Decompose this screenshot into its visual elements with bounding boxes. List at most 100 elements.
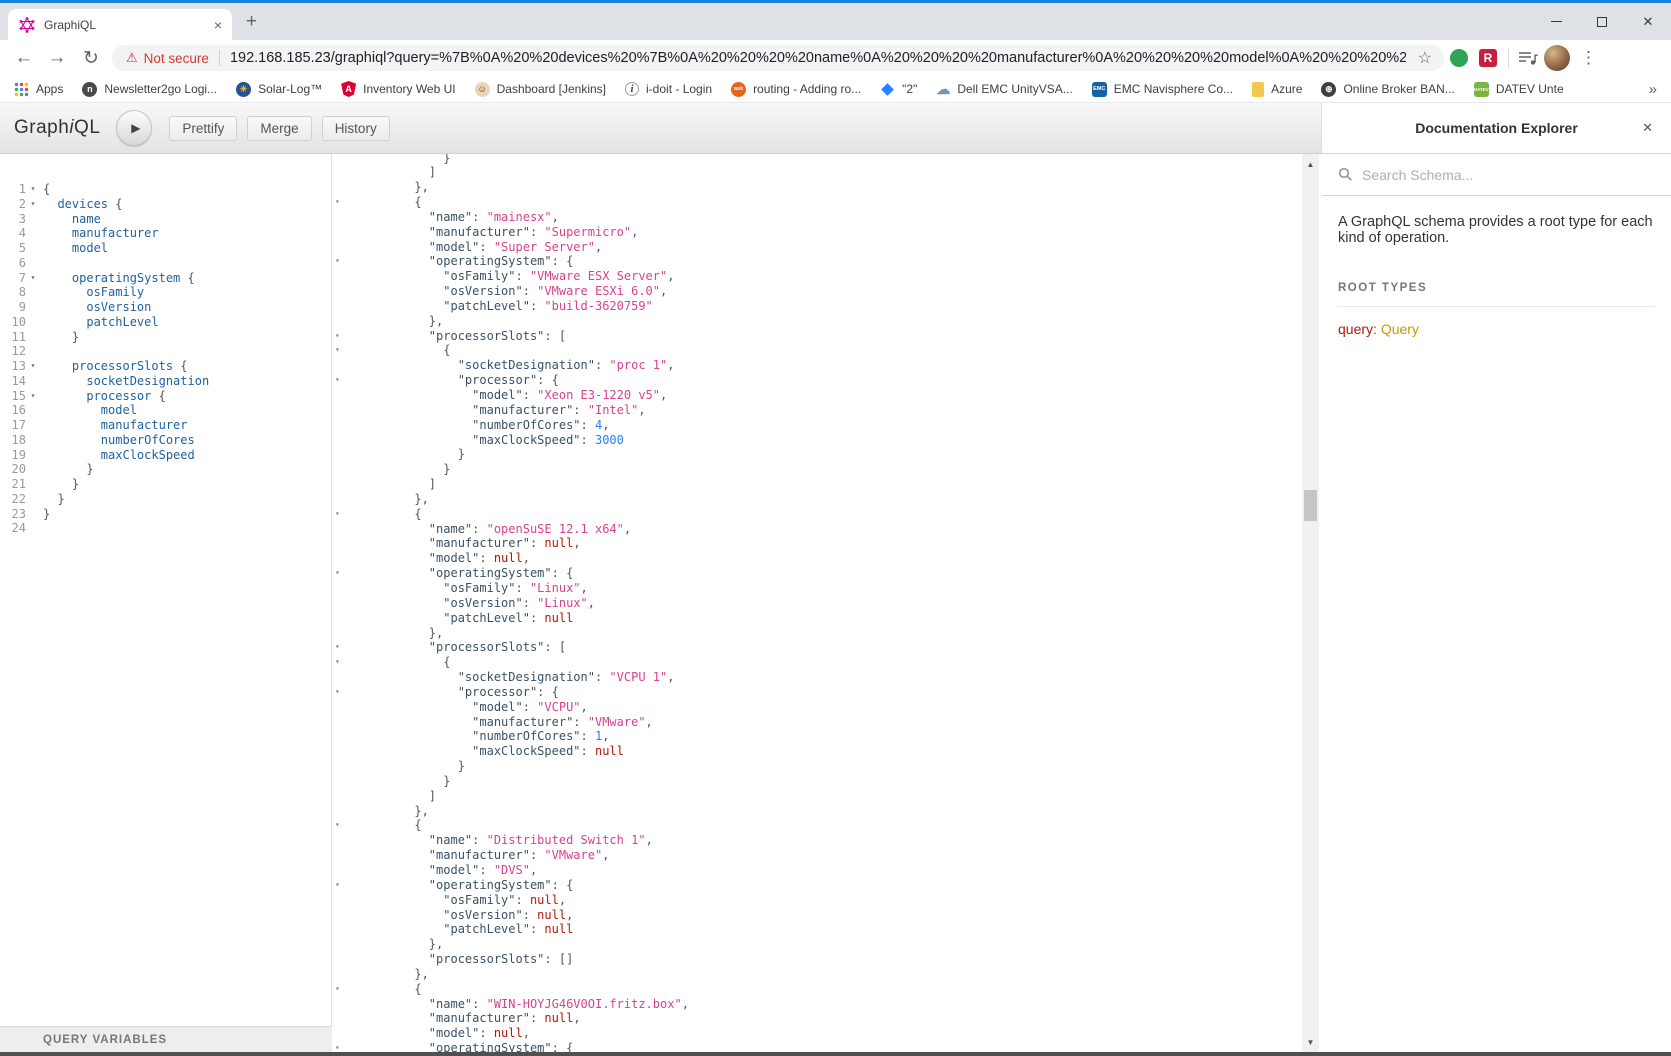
bookmark-item[interactable]: AInventory Web UI — [341, 81, 455, 97]
jira-icon — [881, 83, 894, 96]
result-line: "model": "Super Server", — [332, 240, 1302, 255]
doc-explorer-close-icon[interactable]: ✕ — [1642, 120, 1653, 136]
result-line: } — [332, 774, 1302, 789]
fold-arrow-icon[interactable]: ▾ — [335, 819, 340, 831]
result-line: ▾ { — [332, 343, 1302, 358]
editor-line: 10 patchLevel — [0, 315, 331, 330]
prettify-button[interactable]: Prettify — [169, 116, 237, 141]
extension-green-icon[interactable] — [1450, 49, 1468, 67]
query-type-link[interactable]: Query — [1381, 321, 1419, 337]
result-scrollbar[interactable]: ▲ ▼ — [1302, 154, 1319, 1052]
browser-tab[interactable]: GraphiQL × — [8, 9, 232, 40]
emc-icon: EMC — [1092, 82, 1107, 97]
execute-query-button[interactable]: ▶ — [116, 110, 152, 146]
result-line: "manufacturer": "Supermicro", — [332, 225, 1302, 240]
fold-arrow-icon[interactable]: ▾ — [335, 879, 340, 891]
extension-r-icon[interactable]: R — [1479, 49, 1497, 67]
bookmark-item[interactable]: Azure — [1252, 82, 1302, 97]
address-bar[interactable]: ⚠ Not secure 192.168.185.23/graphiql?que… — [112, 45, 1444, 71]
fold-arrow-icon[interactable]: ▾ — [26, 389, 40, 404]
fold-arrow-icon[interactable]: ▾ — [335, 508, 340, 520]
fold-arrow-icon[interactable]: ▾ — [335, 196, 340, 208]
fold-arrow-icon[interactable]: ▾ — [335, 255, 340, 267]
apps-grid-icon — [14, 82, 29, 97]
fold-arrow-icon[interactable]: ▾ — [335, 330, 340, 342]
bookmark-item[interactable]: EMCEMC Navisphere Co... — [1092, 82, 1233, 97]
fold-arrow-icon[interactable]: ▾ — [335, 1042, 340, 1052]
reload-button[interactable]: ↻ — [76, 40, 106, 76]
result-line: "osFamily": "Linux", — [332, 581, 1302, 596]
bookmark-item[interactable]: ☁Dell EMC UnityVSA... — [936, 81, 1072, 98]
bookmark-star-icon[interactable]: ☆ — [1418, 48, 1432, 68]
fold-arrow-icon[interactable]: ▾ — [26, 182, 40, 197]
maximize-button[interactable] — [1579, 3, 1625, 40]
query-editor[interactable]: 1▾{2▾ devices {3 name4 manufacturer5 mod… — [0, 154, 332, 1026]
fold-arrow-icon[interactable]: ▾ — [335, 686, 340, 698]
bookmark-item[interactable]: ☀Solar-Log™ — [236, 82, 322, 97]
query-variables-bar[interactable]: QUERY VARIABLES — [0, 1026, 332, 1052]
fold-arrow-icon[interactable]: ▾ — [335, 374, 340, 386]
window-controls: ✕ — [1533, 3, 1671, 40]
tab-close-icon[interactable]: × — [214, 18, 222, 32]
bookmark-label: "2" — [902, 82, 917, 96]
profile-avatar[interactable] — [1544, 45, 1570, 71]
datev-icon: DATEV — [1474, 82, 1489, 97]
result-line: "name": "WIN-HOYJG46V0OI.fritz.box", — [332, 997, 1302, 1012]
back-button[interactable]: ← — [9, 40, 39, 76]
close-button[interactable]: ✕ — [1625, 3, 1671, 40]
graphql-favicon-icon — [19, 17, 35, 33]
fold-arrow-icon[interactable]: ▾ — [26, 359, 40, 374]
bookmark-item[interactable]: askrouting - Adding ro... — [731, 82, 861, 97]
fold-arrow-icon[interactable]: ▾ — [335, 983, 340, 995]
apps-shortcut[interactable]: Apps — [14, 82, 63, 97]
fold-arrow-icon[interactable]: ▾ — [335, 344, 340, 356]
bookmark-item[interactable]: DATEVDATEV Unternehme... — [1474, 82, 1564, 97]
result-line: "numberOfCores": 4, — [332, 418, 1302, 433]
result-line: "manufacturer": "VMware", — [332, 715, 1302, 730]
fold-arrow-icon[interactable]: ▾ — [26, 197, 40, 212]
not-secure-label[interactable]: Not secure — [144, 51, 209, 66]
line-number: 18 — [0, 433, 26, 448]
close-icon: ✕ — [1643, 14, 1654, 30]
bookmark-item[interactable]: ⊕Online Broker BAN... — [1321, 82, 1454, 97]
result-line: "name": "Distributed Switch 1", — [332, 833, 1302, 848]
merge-button[interactable]: Merge — [247, 116, 311, 141]
playlist-icon[interactable] — [1518, 50, 1538, 71]
history-button[interactable]: History — [322, 116, 390, 141]
new-tab-button[interactable]: + — [246, 11, 257, 33]
result-line: "socketDesignation": "proc 1", — [332, 358, 1302, 373]
fold-arrow-icon[interactable]: ▾ — [335, 641, 340, 653]
graphiql-toolbar: GraphiQL ▶ Prettify Merge History — [0, 103, 1321, 154]
line-number: 19 — [0, 448, 26, 463]
result-line: ▾ "processor": { — [332, 685, 1302, 700]
editor-line: 15▾ processor { — [0, 389, 331, 404]
editor-line: 20 } — [0, 462, 331, 477]
scroll-down-icon[interactable]: ▼ — [1302, 1034, 1319, 1050]
scroll-up-icon[interactable]: ▲ — [1302, 156, 1319, 172]
forward-button[interactable]: → — [42, 40, 72, 76]
editor-line: 1▾{ — [0, 182, 331, 197]
fold-arrow-icon[interactable]: ▾ — [335, 567, 340, 579]
cloud-icon: ☁ — [936, 81, 950, 98]
fold-arrow-icon[interactable]: ▾ — [26, 271, 40, 286]
doc-search-box[interactable]: Search Schema... — [1322, 154, 1671, 196]
bookmark-item[interactable]: ☺Dashboard [Jenkins] — [475, 82, 606, 97]
bookmarks-overflow-icon[interactable]: » — [1649, 76, 1657, 102]
bookmark-label: Azure — [1271, 82, 1302, 96]
result-pane[interactable]: } ] },▾ { "name": "mainesx", "manufactur… — [332, 154, 1302, 1052]
bookmark-item[interactable]: ii-doit - Login — [625, 82, 712, 96]
root-type-query-row[interactable]: query: Query — [1338, 321, 1655, 337]
line-number: 4 — [0, 226, 26, 241]
url-text[interactable]: 192.168.185.23/graphiql?query=%7B%0A%20%… — [230, 50, 1406, 66]
editor-line: 17 manufacturer — [0, 418, 331, 433]
bookmark-item[interactable]: "2" — [880, 82, 917, 96]
fold-arrow-icon[interactable]: ▾ — [335, 656, 340, 668]
editor-line: 13▾ processorSlots { — [0, 359, 331, 374]
minimize-button[interactable] — [1533, 3, 1579, 40]
editor-line: 23} — [0, 507, 331, 522]
bookmark-item[interactable]: nNewsletter2go Logi... — [82, 82, 217, 97]
scrollbar-thumb[interactable] — [1304, 490, 1317, 521]
angular-icon: A — [341, 81, 356, 97]
window-bottom-edge — [0, 1052, 1671, 1056]
chrome-menu-icon[interactable]: ⋮ — [1580, 40, 1597, 76]
